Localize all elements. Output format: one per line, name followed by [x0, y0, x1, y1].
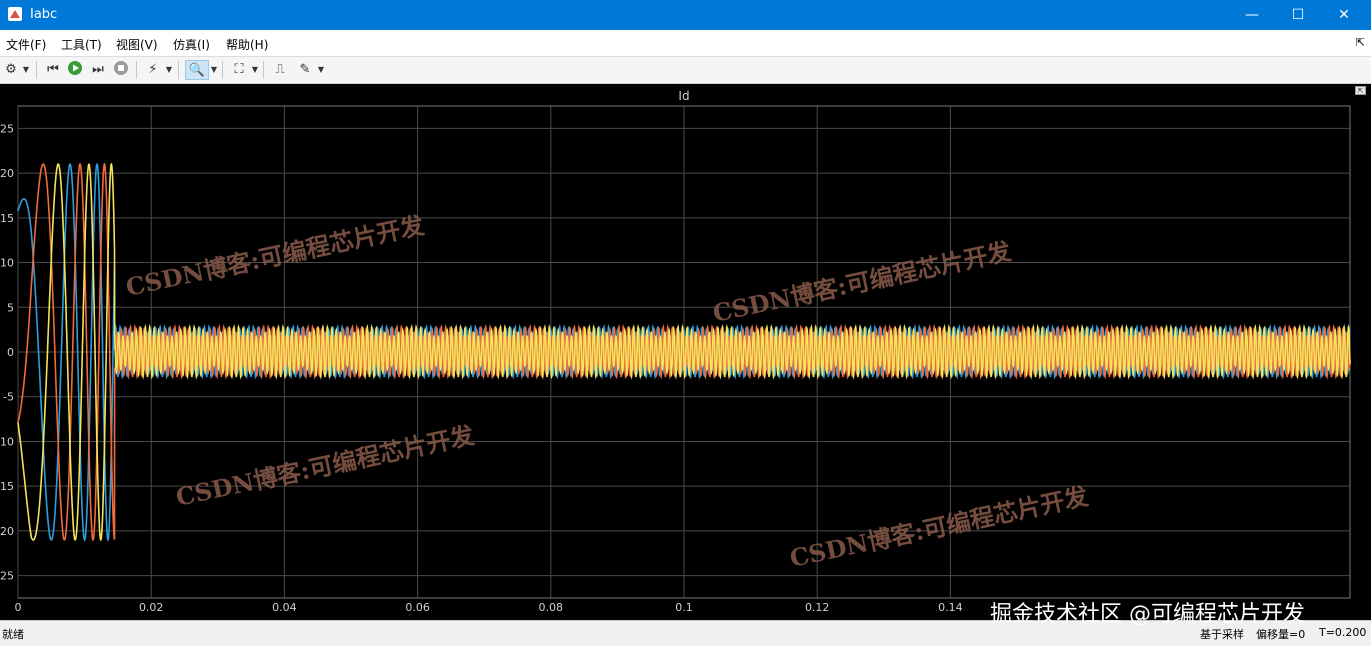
fit-view-icon[interactable]: ⛶: [229, 60, 249, 80]
x-tick-label: 0.04: [272, 601, 297, 614]
title-bar: Iabc — ☐ ✕: [0, 0, 1371, 30]
plot-svg[interactable]: Id 0 0.02 0.04 0.06 0.08 0.1 0.12 0.14 25 20 15 10 5…: [0, 84, 1371, 620]
undock-icon[interactable]: ⇱: [1355, 86, 1366, 95]
menu-tools[interactable]: 工具(T): [61, 36, 102, 53]
toolbar-separator: [136, 61, 137, 79]
corner-watermark: 掘金技术社区 @可编程芯片开发: [990, 602, 1305, 627]
menu-help[interactable]: 帮助(H): [226, 36, 268, 53]
watermark-text: CSDN博客:可编程芯片开发: [173, 420, 476, 512]
settings-dropdown-icon[interactable]: ▼: [22, 60, 30, 80]
x-tick-label: 0.08: [539, 601, 564, 614]
plot-title: Id: [678, 89, 689, 103]
collapse-toolstrip-icon[interactable]: ⇱: [1356, 36, 1365, 49]
x-tick-label: 0: [15, 601, 22, 614]
y-tick-label: 5: [7, 301, 14, 314]
minimize-button[interactable]: —: [1229, 0, 1275, 30]
x-tick-label: 0.02: [139, 601, 164, 614]
highlight-icon[interactable]: ⚡: [143, 60, 163, 80]
watermark-layer: CSDN博客:可编程芯片开发 CSDN博客:可编程芯片开发 CSDN博客:可编程芯片…: [123, 210, 1090, 573]
status-ready: 就绪: [2, 628, 24, 641]
fit-view-dropdown-icon[interactable]: ▼: [251, 60, 259, 80]
zoom-icon[interactable]: 🔍: [185, 60, 209, 80]
close-button[interactable]: ✕: [1321, 0, 1367, 30]
matlab-icon: [8, 7, 22, 21]
stop-icon[interactable]: [111, 60, 131, 80]
window-title: Iabc: [30, 7, 58, 22]
y-tick-label: 25: [0, 122, 14, 135]
menu-view[interactable]: 视图(V): [116, 36, 158, 53]
x-tick-label: 0.12: [805, 601, 830, 614]
settings-icon[interactable]: ⚙: [1, 60, 21, 80]
y-tick-label: 10: [0, 257, 14, 270]
step-back-icon[interactable]: ⏮: [43, 60, 63, 80]
y-tick-label: 20: [0, 167, 14, 180]
y-tick-label: 0: [7, 346, 14, 359]
highlight-dropdown-icon[interactable]: ▼: [165, 60, 173, 80]
step-forward-icon[interactable]: ⏭: [88, 60, 108, 80]
y-tick-label: -5: [3, 391, 14, 404]
triggers-icon[interactable]: ⎍: [270, 60, 290, 80]
toolbar-separator: [263, 61, 264, 79]
toolbar-separator: [222, 61, 223, 79]
y-tick-label: -10: [0, 435, 14, 448]
menu-simulation[interactable]: 仿真(I): [173, 36, 210, 53]
x-tick-label: 0.14: [938, 601, 963, 614]
menu-bar: 文件(F) 工具(T) 视图(V) 仿真(I) 帮助(H) ⇱: [0, 30, 1371, 57]
menu-file[interactable]: 文件(F): [6, 36, 46, 53]
toolbar-separator: [178, 61, 179, 79]
zoom-dropdown-icon[interactable]: ▼: [210, 60, 218, 80]
x-tick-label: 0.06: [405, 601, 430, 614]
y-tick-label: 15: [0, 212, 14, 225]
toolbar-separator: [36, 61, 37, 79]
y-tick-label: -20: [0, 525, 14, 538]
x-tick-label: 0.1: [675, 601, 693, 614]
watermark-text: CSDN博客:可编程芯片开发: [787, 481, 1090, 573]
y-tick-label: -25: [0, 570, 14, 583]
maximize-button[interactable]: ☐: [1275, 0, 1321, 30]
toolbar: ⚙ ▼ ⏮ ⏭ ⚡ ▼ 🔍 ▼ ⛶ ▼ ⎍ ✎ ▼: [0, 57, 1371, 84]
status-offset: 偏移量=0: [1256, 628, 1306, 641]
run-icon[interactable]: [65, 60, 85, 80]
status-time: T=0.200: [1319, 626, 1367, 639]
watermark-text: CSDN博客:可编程芯片开发: [123, 210, 426, 302]
style-icon[interactable]: ✎: [295, 60, 315, 80]
style-dropdown-icon[interactable]: ▼: [317, 60, 325, 80]
y-tick-label: -15: [0, 480, 14, 493]
watermark-text: CSDN博客:可编程芯片开发: [710, 236, 1013, 328]
status-sample: 基于采样: [1200, 628, 1244, 641]
scope-display: Id 0 0.02 0.04 0.06 0.08 0.1 0.12 0.14 25 20 15 10 5…: [0, 84, 1371, 620]
